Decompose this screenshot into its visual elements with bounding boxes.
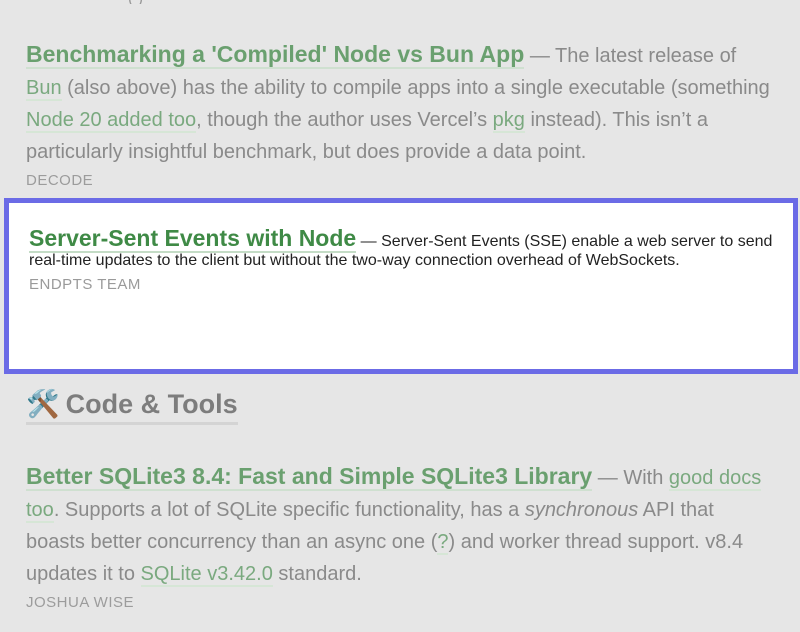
link-question[interactable]: ? <box>437 531 449 555</box>
previous-item-text: ( ) <box>128 0 143 4</box>
hammer-wrench-icon: 🛠️ <box>26 389 60 419</box>
section-title: Code & Tools <box>65 389 238 419</box>
article-title-link[interactable]: Benchmarking a 'Compiled' Node vs Bun Ap… <box>26 41 525 69</box>
text: The latest release of <box>555 45 737 67</box>
text: . Supports a lot of SQLite specific func… <box>53 499 525 521</box>
article-item-bun-benchmark: Benchmarking a 'Compiled' Node vs Bun Ap… <box>0 38 800 189</box>
link-sqlite-version[interactable]: SQLite v3.42.0 <box>140 563 273 587</box>
text: With <box>623 467 669 489</box>
article-item-better-sqlite3: Better SQLite3 8.4: Fast and Simple SQLi… <box>0 460 800 611</box>
article-body: Better SQLite3 8.4: Fast and Simple SQLi… <box>0 460 800 590</box>
dash: — <box>356 233 382 250</box>
text: standard. <box>272 563 362 585</box>
article-source: JOSHUA WISE <box>26 594 135 611</box>
text: (also above) has the ability to compile … <box>61 77 770 99</box>
text: , though the author uses Vercel’s <box>196 109 493 131</box>
previous-item-fragment: ( ) <box>0 0 800 4</box>
section-heading-code-tools: 🛠️ Code & Tools <box>26 388 238 425</box>
article-body: Benchmarking a 'Compiled' Node vs Bun Ap… <box>0 38 800 168</box>
article-source: ENDPTS TEAM <box>29 276 141 293</box>
article-title-link[interactable]: Server-Sent Events with Node <box>29 225 357 253</box>
link-bun[interactable]: Bun <box>26 77 62 101</box>
article-item-sse-highlighted: Server-Sent Events with Node — Server-Se… <box>4 198 798 374</box>
link-node-20[interactable]: Node 20 added too <box>26 109 197 133</box>
link-pkg[interactable]: pkg <box>492 109 525 133</box>
article-source: DECODE <box>26 172 94 189</box>
dash: — <box>592 467 624 489</box>
emphasis-text: synchronous <box>524 499 639 521</box>
dash: — <box>524 45 556 67</box>
article-title-link[interactable]: Better SQLite3 8.4: Fast and Simple SQLi… <box>26 463 593 491</box>
article-body: Server-Sent Events with Node — Server-Se… <box>9 203 793 270</box>
